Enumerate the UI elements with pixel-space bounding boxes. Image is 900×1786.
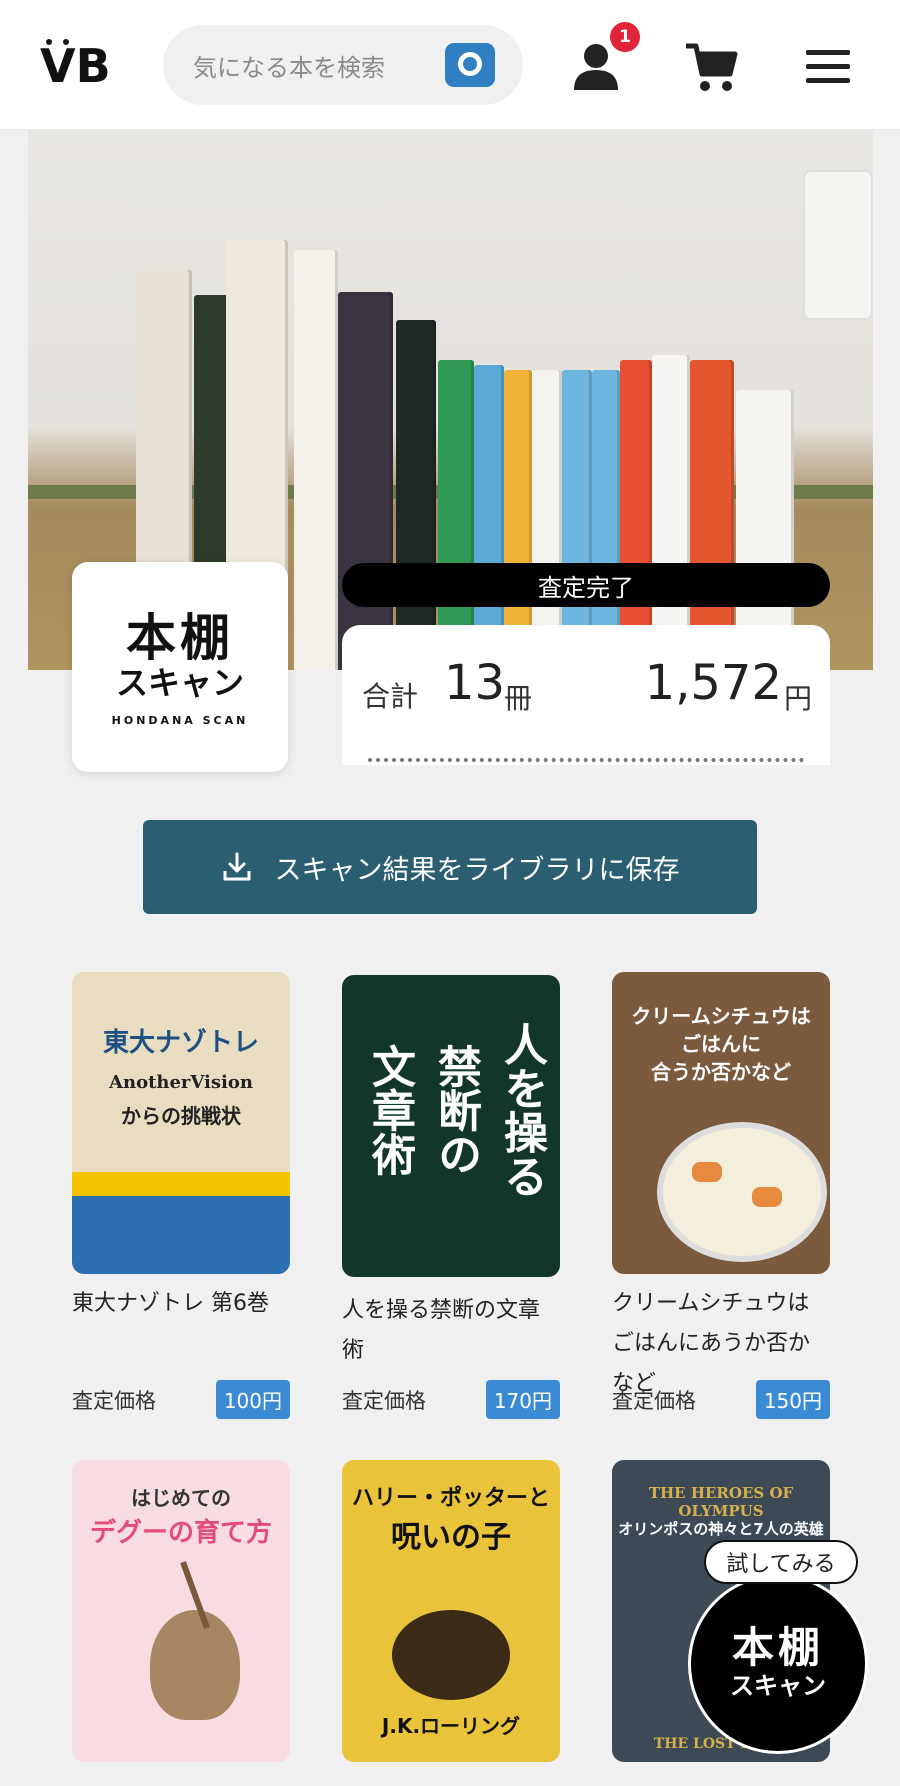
cover-subtitle: AnotherVision bbox=[109, 1072, 253, 1093]
cover-title: 人を操る bbox=[496, 1022, 547, 1198]
book-title[interactable]: 東大ナゾトレ 第6巻 bbox=[72, 1284, 290, 1324]
notification-badge: 1 bbox=[610, 22, 640, 52]
fab-subtitle: スキャン bbox=[730, 1672, 826, 1700]
book-card[interactable]: 人を操る 禁断の 文章術 人を操る禁断の文章術 bbox=[342, 975, 560, 1371]
save-to-library-button[interactable]: スキャン結果をライブラリに保存 bbox=[143, 820, 757, 914]
hondana-scan-fab[interactable]: 本棚 スキャン bbox=[688, 1574, 868, 1754]
cover-title: はじめての bbox=[131, 1486, 231, 1510]
book-cover[interactable]: クリームシチュウは ごはんに 合うか否かなど bbox=[612, 972, 830, 1274]
book-count: 13 bbox=[444, 655, 506, 711]
cover-tagline: 合うか否かなど bbox=[651, 1060, 791, 1084]
price-row: 査定価格 170円 bbox=[342, 1380, 560, 1419]
cover-subtitle: 禁断の bbox=[430, 1044, 481, 1176]
search-input[interactable]: 気になる本を検索 bbox=[193, 48, 445, 83]
hamburger-menu-icon[interactable] bbox=[806, 48, 850, 84]
try-it-bubble[interactable]: 試してみる bbox=[704, 1540, 858, 1584]
cover-title: ハリー・ポッターと bbox=[351, 1486, 550, 1511]
price-badge: 100円 bbox=[215, 1380, 290, 1419]
cover-title: 東大ナゾトレ bbox=[102, 1028, 259, 1058]
wall-outlet bbox=[803, 170, 873, 320]
total-label: 合計 bbox=[362, 680, 419, 713]
book-count-unit: 冊 bbox=[504, 682, 533, 715]
save-button-label: スキャン結果をライブラリに保存 bbox=[274, 854, 680, 886]
price-unit: 円 bbox=[783, 682, 812, 715]
download-icon bbox=[223, 852, 250, 881]
book-title[interactable]: 人を操る禁断の文章術 bbox=[342, 1291, 560, 1371]
logo-title: 本棚 bbox=[126, 609, 234, 667]
book-cover[interactable]: ハリー・ポッターと 呪いの子 J.K.ローリング bbox=[342, 1460, 560, 1762]
price-badge: 150円 bbox=[755, 1380, 830, 1419]
price-label: 査定価格 bbox=[72, 1388, 156, 1413]
cover-tagline: からの挑戦状 bbox=[121, 1104, 241, 1128]
cover-title: THE HEROES OF OLYMPUS bbox=[648, 1484, 794, 1520]
price-label: 査定価格 bbox=[342, 1388, 426, 1413]
logo-subtitle: スキャン bbox=[115, 664, 244, 702]
total-price: 1,572 bbox=[644, 655, 782, 711]
price-badge: 170円 bbox=[485, 1380, 560, 1419]
cover-title: クリームシチュウは bbox=[631, 1004, 811, 1028]
scan-summary: 合計 13 冊 1,572 円 bbox=[342, 625, 830, 765]
logo-english: HONDANA SCAN bbox=[111, 714, 249, 727]
price-label: 査定価格 bbox=[612, 1388, 696, 1413]
price-row: 査定価格 150円 bbox=[612, 1380, 830, 1419]
cover-subtitle: ごはんに bbox=[681, 1032, 761, 1056]
cover-subtitle: オリンポスの神々と7人の英雄 bbox=[618, 1520, 824, 1538]
search-bar[interactable]: 気になる本を検索 bbox=[163, 25, 523, 105]
user-icon[interactable] bbox=[570, 42, 622, 92]
fab-title: 本棚 bbox=[731, 1623, 824, 1672]
price-row: 査定価格 100円 bbox=[72, 1380, 290, 1419]
book-cover[interactable]: 人を操る 禁断の 文章術 bbox=[342, 975, 560, 1277]
cover-subtitle: デグーの育て方 bbox=[89, 1518, 272, 1548]
appraisal-status-badge: 査定完了 bbox=[342, 563, 830, 607]
dotted-divider bbox=[368, 758, 804, 762]
camera-icon[interactable] bbox=[445, 43, 495, 87]
vb-logo[interactable]: VB bbox=[40, 38, 125, 88]
book-cover[interactable]: はじめての デグーの育て方 bbox=[72, 1460, 290, 1762]
cart-icon[interactable] bbox=[684, 40, 738, 94]
book-card[interactable]: はじめての デグーの育て方 bbox=[72, 1460, 290, 1762]
book-card[interactable]: クリームシチュウは ごはんに 合うか否かなど クリームシチュウはごはんにあうか否… bbox=[612, 972, 830, 1404]
cover-subtitle: 呪いの子 bbox=[391, 1520, 511, 1555]
cover-tagline: 文章術 bbox=[364, 1044, 415, 1176]
app-header: VB 気になる本を検索 1 bbox=[0, 0, 900, 130]
cover-author: J.K.ローリング bbox=[381, 1714, 521, 1738]
book-card[interactable]: ハリー・ポッターと 呪いの子 J.K.ローリング bbox=[342, 1460, 560, 1762]
book-cover[interactable]: 東大ナゾトレ AnotherVision からの挑戦状 bbox=[72, 972, 290, 1274]
logo-text: VB bbox=[40, 39, 111, 88]
book-card[interactable]: 東大ナゾトレ AnotherVision からの挑戦状 東大ナゾトレ 第6巻 bbox=[72, 972, 290, 1324]
hondana-scan-logo-card: 本棚 スキャン HONDANA SCAN bbox=[72, 562, 288, 772]
